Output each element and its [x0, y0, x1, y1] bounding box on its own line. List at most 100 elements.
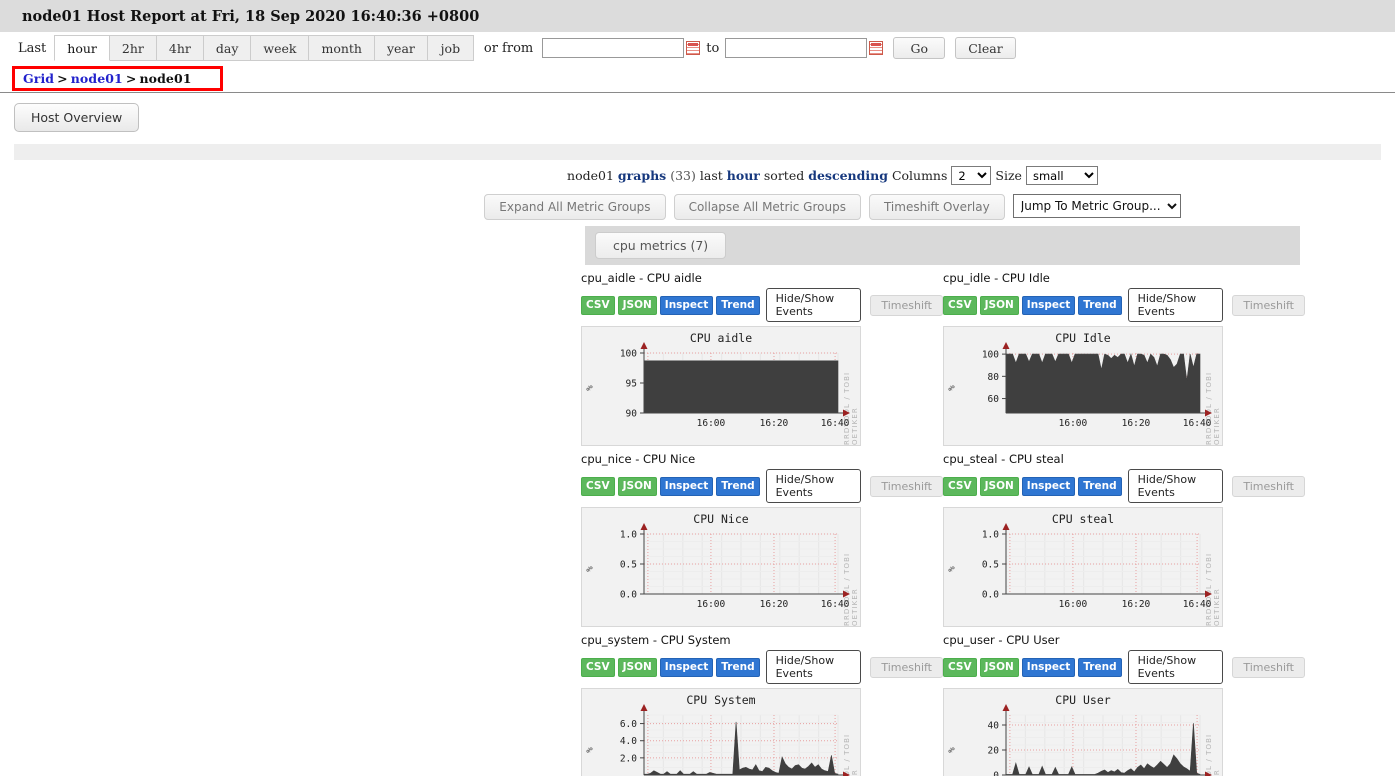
json-button-cpu_system[interactable]: JSON: [617, 657, 657, 677]
summary-host: node01: [567, 168, 614, 183]
hide-show-events-button-cpu_steal[interactable]: Hide/Show Events: [1127, 469, 1224, 503]
go-button[interactable]: Go: [893, 37, 946, 59]
host-overview-button[interactable]: Host Overview: [14, 103, 140, 132]
time-tab-year[interactable]: year: [374, 35, 428, 61]
time-tab-month[interactable]: month: [309, 35, 375, 61]
trend-button-cpu_steal[interactable]: Trend: [1078, 476, 1122, 496]
inspect-button-cpu_user[interactable]: Inspect: [1021, 657, 1076, 677]
jump-to-metric-group-select[interactable]: Jump To Metric Group...: [1012, 194, 1181, 218]
svg-text:80: 80: [988, 372, 1000, 383]
json-button-cpu_idle[interactable]: JSON: [979, 295, 1019, 315]
svg-text:16:40: 16:40: [1183, 418, 1212, 429]
json-button-cpu_steal[interactable]: JSON: [979, 476, 1019, 496]
breadcrumb: Grid > node01 > node01: [12, 65, 223, 91]
trend-button-cpu_nice[interactable]: Trend: [716, 476, 760, 496]
svg-text:0.5: 0.5: [982, 560, 999, 571]
rrd-graph-cpu_aidle[interactable]: CPU aidle% RRDTOOL / TOBI OETIKER 100 95 90 1…: [581, 326, 861, 446]
svg-text:100: 100: [620, 349, 637, 360]
hide-show-events-button-cpu_nice[interactable]: Hide/Show Events: [765, 469, 862, 503]
metric-caption-cpu_steal: cpu_steal - CPU steal: [943, 452, 1064, 466]
csv-button-cpu_system[interactable]: CSV: [581, 657, 615, 677]
timeshift-button-cpu_nice: Timeshift: [870, 475, 943, 497]
timeshift-overlay-button[interactable]: Timeshift Overlay: [868, 194, 1005, 220]
csv-button-cpu_nice[interactable]: CSV: [581, 476, 615, 496]
clear-button[interactable]: Clear: [955, 37, 1016, 59]
csv-button-cpu_user[interactable]: CSV: [943, 657, 977, 677]
json-button-cpu_aidle[interactable]: JSON: [617, 295, 657, 315]
csv-button-cpu_aidle[interactable]: CSV: [581, 295, 615, 315]
metric-group-controls: Expand All Metric Groups Collapse All Me…: [270, 189, 1395, 226]
graph-cell-cpu_idle: cpu_idle - CPU Idle CSV JSON Inspect Trend Hi…: [943, 265, 1305, 446]
summary-sorted-word: sorted: [763, 168, 805, 183]
graph-cell-cpu_aidle: cpu_aidle - CPU aidle CSV JSON Inspect Trend…: [581, 265, 943, 446]
csv-button-cpu_idle[interactable]: CSV: [943, 295, 977, 315]
host-overview-row: Host Overview: [0, 93, 1395, 138]
size-select[interactable]: small: [1025, 166, 1098, 185]
time-tab-4hr[interactable]: 4hr: [156, 35, 204, 61]
inspect-button-cpu_idle[interactable]: Inspect: [1021, 295, 1076, 315]
hide-show-events-button-cpu_idle[interactable]: Hide/Show Events: [1127, 288, 1224, 322]
trend-button-cpu_user[interactable]: Trend: [1078, 657, 1122, 677]
svg-text:16:40: 16:40: [1183, 599, 1212, 610]
breadcrumb-link-node01[interactable]: node01: [71, 71, 123, 86]
metric-caption-cpu_user: cpu_user - CPU User: [943, 633, 1060, 647]
breadcrumb-link-grid[interactable]: Grid: [23, 71, 54, 86]
columns-select[interactable]: 2: [951, 166, 992, 185]
expand-all-button[interactable]: Expand All Metric Groups: [484, 194, 666, 220]
summary-graphs-word: graphs: [617, 168, 667, 183]
svg-text:0: 0: [993, 771, 999, 776]
inspect-button-cpu_system[interactable]: Inspect: [659, 657, 714, 677]
collapse-all-button[interactable]: Collapse All Metric Groups: [673, 194, 861, 220]
csv-button-cpu_steal[interactable]: CSV: [943, 476, 977, 496]
inspect-button-cpu_steal[interactable]: Inspect: [1021, 476, 1076, 496]
metric-actions-cpu_system: CSV JSON Inspect Trend Hide/Show Events Times…: [581, 650, 943, 684]
time-tab-job[interactable]: job: [427, 35, 474, 61]
inspect-button-cpu_aidle[interactable]: Inspect: [659, 295, 714, 315]
rrd-graph-cpu_user[interactable]: CPU User%RRDTOOL / TOBI OETIKER4020016:0…: [943, 688, 1223, 776]
divider-bar: [14, 144, 1381, 160]
svg-text:40: 40: [988, 721, 1000, 732]
metric-group-cpu-toggle[interactable]: cpu metrics (7): [595, 232, 727, 259]
hide-show-events-button-cpu_system[interactable]: Hide/Show Events: [765, 650, 862, 684]
rrd-graph-cpu_system[interactable]: CPU System%RRDTOOL / TOBI OETIKER6.04.02…: [581, 688, 861, 776]
from-date-input[interactable]: [542, 38, 685, 58]
calendar-icon-to[interactable]: [869, 41, 884, 55]
rrd-graph-cpu_steal[interactable]: CPU steal% RRDTOOL / TOBI OETIKER 1.0 0.5 0.…: [943, 507, 1223, 627]
time-range-tabs: hour 2hr 4hr day week month year job: [54, 35, 474, 61]
graph-cell-cpu_steal: cpu_steal - CPU steal CSV JSON Inspect Trend…: [943, 446, 1305, 627]
svg-text:1.0: 1.0: [620, 530, 637, 541]
hide-show-events-button-cpu_user[interactable]: Hide/Show Events: [1127, 650, 1224, 684]
svg-text:100: 100: [982, 350, 999, 361]
graph-cell-cpu_system: cpu_system - CPU System CSV JSON Inspect Tre…: [581, 627, 943, 776]
metric-caption-cpu_aidle: cpu_aidle - CPU aidle: [581, 271, 702, 285]
metric-caption-cpu_idle: cpu_idle - CPU Idle: [943, 271, 1050, 285]
rrd-graph-cpu_idle[interactable]: CPU Idle% RRDTOOL / TOBI OETIKER 100 80 60 16…: [943, 326, 1223, 446]
metric-actions-cpu_nice: CSV JSON Inspect Trend Hide/Show Events Times…: [581, 469, 943, 503]
svg-text:95: 95: [626, 379, 637, 390]
metric-caption-cpu_system: cpu_system - CPU System: [581, 633, 731, 647]
time-tab-hour[interactable]: hour: [54, 35, 110, 61]
time-tab-week[interactable]: week: [251, 35, 310, 61]
to-date-input[interactable]: [725, 38, 868, 58]
columns-label: Columns: [891, 168, 948, 183]
trend-button-cpu_aidle[interactable]: Trend: [716, 295, 760, 315]
breadcrumb-separator-1: >: [57, 70, 68, 86]
calendar-icon-from[interactable]: [686, 41, 701, 55]
svg-text:16:40: 16:40: [821, 418, 850, 429]
hide-show-events-button-cpu_aidle[interactable]: Hide/Show Events: [765, 288, 862, 322]
rrd-graph-cpu_nice[interactable]: CPU Nice% RRDTOOL / TOBI OETIKER 1.0 0.5 0.0…: [581, 507, 861, 627]
summary-range: hour: [726, 168, 760, 183]
inspect-button-cpu_nice[interactable]: Inspect: [659, 476, 714, 496]
timeshift-button-cpu_idle: Timeshift: [1232, 294, 1305, 316]
trend-button-cpu_system[interactable]: Trend: [716, 657, 760, 677]
svg-text:60: 60: [988, 394, 1000, 405]
time-tab-2hr[interactable]: 2hr: [109, 35, 157, 61]
svg-text:16:20: 16:20: [1122, 599, 1151, 610]
svg-text:0.5: 0.5: [620, 560, 637, 571]
json-button-cpu_nice[interactable]: JSON: [617, 476, 657, 496]
json-button-cpu_user[interactable]: JSON: [979, 657, 1019, 677]
svg-text:16:00: 16:00: [1059, 418, 1088, 429]
svg-text:4.0: 4.0: [620, 736, 637, 747]
time-tab-day[interactable]: day: [203, 35, 252, 61]
trend-button-cpu_idle[interactable]: Trend: [1078, 295, 1122, 315]
